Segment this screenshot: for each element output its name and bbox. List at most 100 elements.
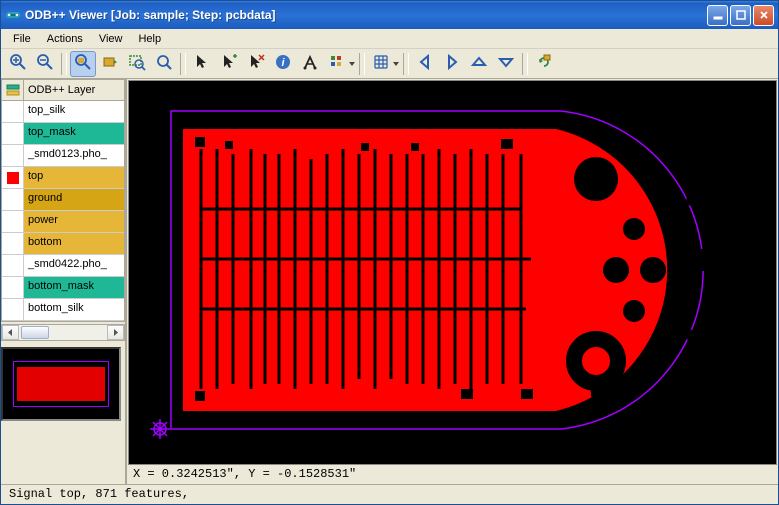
- layer-name: top: [24, 167, 124, 188]
- layers-header: ODB++ Layer: [1, 79, 125, 101]
- layer-swatch[interactable]: [2, 255, 24, 276]
- arrow-up-button[interactable]: [466, 51, 492, 77]
- layer-swatch[interactable]: [2, 123, 24, 144]
- layer-swatch[interactable]: [2, 277, 24, 298]
- scroll-right-icon[interactable]: [107, 325, 124, 340]
- zoom-area-button[interactable]: [124, 51, 150, 77]
- zoom-in-icon: [9, 53, 27, 74]
- origin-marker-icon: [149, 418, 171, 440]
- minimap-fill: [17, 367, 105, 401]
- pointer-cross-icon: [247, 53, 265, 74]
- layer-name: _smd0422.pho_: [24, 255, 124, 276]
- layer-row[interactable]: top: [2, 167, 124, 189]
- settings-button[interactable]: [324, 51, 350, 77]
- pan-icon: [101, 53, 119, 74]
- pan-button[interactable]: [97, 51, 123, 77]
- layer-swatch[interactable]: [2, 299, 24, 320]
- layers-header-label[interactable]: ODB++ Layer: [24, 84, 124, 96]
- arrow-down-icon: [497, 53, 515, 74]
- pointer-add-button[interactable]: [216, 51, 242, 77]
- arrow-left-button[interactable]: [412, 51, 438, 77]
- layers-hscroll[interactable]: [1, 324, 125, 341]
- layer-row[interactable]: bottom: [2, 233, 124, 255]
- layer-row[interactable]: top_silk: [2, 101, 124, 123]
- redraw-button[interactable]: [531, 51, 557, 77]
- pcb-canvas[interactable]: [128, 80, 777, 465]
- layer-name: power: [24, 211, 124, 232]
- layers-sidebar: ODB++ Layer top_silktop_mask_smd0123.pho…: [1, 79, 127, 484]
- menu-actions[interactable]: Actions: [39, 31, 91, 47]
- layer-name: bottom_mask: [24, 277, 124, 298]
- zoom-out-icon: [36, 53, 54, 74]
- title-bar: ODB++ Viewer [Job: sample; Step: pcbdata…: [1, 1, 778, 29]
- measure-icon: [301, 53, 319, 74]
- pointer-button[interactable]: [189, 51, 215, 77]
- window-title: ODB++ Viewer [Job: sample; Step: pcbdata…: [25, 8, 707, 22]
- zoom-fit-icon: [155, 53, 173, 74]
- arrow-left-icon: [416, 53, 434, 74]
- info-icon: i: [274, 53, 292, 74]
- layer-row[interactable]: bottom_mask: [2, 277, 124, 299]
- layer-name: top_mask: [24, 123, 124, 144]
- pointer-cross-button[interactable]: [243, 51, 269, 77]
- grid-icon: [372, 53, 390, 74]
- minimize-button[interactable]: [707, 5, 728, 26]
- layer-name: ground: [24, 189, 124, 210]
- toolbar-separator: [180, 53, 186, 75]
- layer-swatch[interactable]: [2, 167, 24, 188]
- layer-swatch[interactable]: [2, 189, 24, 210]
- menubar: File Actions View Help: [1, 29, 778, 49]
- layers-header-icon[interactable]: [2, 80, 24, 100]
- layer-row[interactable]: _smd0422.pho_: [2, 255, 124, 277]
- arrow-up-icon: [470, 53, 488, 74]
- grid-button[interactable]: [368, 51, 394, 77]
- layer-row[interactable]: power: [2, 211, 124, 233]
- scroll-thumb[interactable]: [21, 326, 49, 339]
- toolbar-separator: [359, 53, 365, 75]
- zoom-home-button[interactable]: [70, 51, 96, 77]
- toolbar: i: [1, 49, 778, 79]
- app-icon: [5, 7, 21, 23]
- layer-swatch[interactable]: [2, 233, 24, 254]
- pointer-icon: [193, 53, 211, 74]
- arrow-down-button[interactable]: [493, 51, 519, 77]
- menu-view[interactable]: View: [91, 31, 131, 47]
- zoom-in-button[interactable]: [5, 51, 31, 77]
- layer-row[interactable]: top_mask: [2, 123, 124, 145]
- pcb-drawing: [161, 99, 731, 439]
- zoom-home-icon: [74, 53, 92, 74]
- arrow-right-button[interactable]: [439, 51, 465, 77]
- minimap[interactable]: [1, 347, 121, 421]
- close-button[interactable]: [753, 5, 774, 26]
- layer-name: bottom: [24, 233, 124, 254]
- toolbar-separator: [522, 53, 528, 75]
- maximize-button[interactable]: [730, 5, 751, 26]
- menu-file[interactable]: File: [5, 31, 39, 47]
- info-button[interactable]: i: [270, 51, 296, 77]
- scroll-left-icon[interactable]: [2, 325, 19, 340]
- toolbar-separator: [403, 53, 409, 75]
- coordinates-readout: X = 0.3242513", Y = -0.1528531": [127, 466, 778, 484]
- zoom-area-icon: [128, 53, 146, 74]
- layers-list: top_silktop_mask_smd0123.pho_topgroundpo…: [1, 101, 125, 322]
- toolbar-separator: [61, 53, 67, 75]
- layer-row[interactable]: bottom_silk: [2, 299, 124, 321]
- scroll-track[interactable]: [19, 325, 107, 340]
- arrow-right-icon: [443, 53, 461, 74]
- layer-row[interactable]: _smd0123.pho_: [2, 145, 124, 167]
- zoom-fit-button[interactable]: [151, 51, 177, 77]
- zoom-out-button[interactable]: [32, 51, 58, 77]
- layer-name: _smd0123.pho_: [24, 145, 124, 166]
- layer-row[interactable]: ground: [2, 189, 124, 211]
- layer-swatch[interactable]: [2, 211, 24, 232]
- measure-button[interactable]: [297, 51, 323, 77]
- status-bar: Signal top, 871 features,: [1, 484, 778, 504]
- layer-swatch[interactable]: [2, 101, 24, 122]
- pointer-add-icon: [220, 53, 238, 74]
- settings-icon: [328, 53, 346, 74]
- menu-help[interactable]: Help: [130, 31, 169, 47]
- layer-swatch[interactable]: [2, 145, 24, 166]
- redraw-icon: [535, 53, 553, 74]
- layer-name: top_silk: [24, 101, 124, 122]
- layer-name: bottom_silk: [24, 299, 124, 320]
